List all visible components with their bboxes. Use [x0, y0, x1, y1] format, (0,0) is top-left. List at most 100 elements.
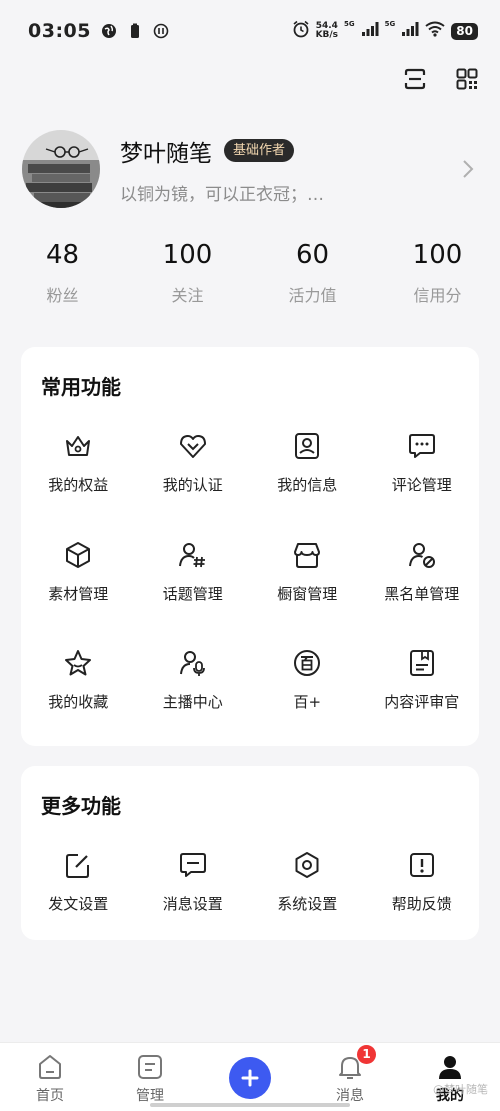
- grid-item-blacklist-management[interactable]: 黑名单管理: [365, 526, 480, 635]
- stat-value: 60: [295, 240, 330, 270]
- grid-item-bai-plus[interactable]: 百+: [250, 634, 365, 743]
- scan-icon: [404, 68, 426, 90]
- nav-item-home[interactable]: 首页: [0, 1043, 100, 1111]
- more-functions-card: 更多功能 发文设置 消息设置 系统设置 帮助反馈: [21, 766, 479, 940]
- grid-item-label: 内容评审官: [384, 693, 460, 711]
- avatar[interactable]: [22, 130, 100, 208]
- data-saver-icon: [153, 23, 169, 39]
- grid-item-label: 发文设置: [48, 895, 109, 913]
- grid-item-topic-management[interactable]: 话题管理: [136, 526, 251, 635]
- home-icon: [36, 1053, 64, 1081]
- grid-item-post-settings[interactable]: 发文设置: [21, 836, 136, 945]
- notification-badge: 1: [357, 1045, 376, 1064]
- grid-item-label: 帮助反馈: [391, 895, 452, 913]
- grid-item-showcase-management[interactable]: 橱窗管理: [250, 526, 365, 635]
- more-functions-title: 更多功能: [41, 794, 121, 818]
- grid-item-help-feedback[interactable]: 帮助反馈: [365, 836, 480, 945]
- grid-item-my-verification[interactable]: 我的认证: [136, 417, 251, 526]
- review-icon: [407, 648, 437, 678]
- battery-saver-icon: [127, 23, 143, 39]
- grid-item-content-reviewer[interactable]: 内容评审官: [365, 634, 480, 743]
- grid-item-label: 系统设置: [277, 895, 338, 913]
- watermark: @梦叶随笔: [433, 1083, 488, 1096]
- qr-code-button[interactable]: [454, 66, 480, 92]
- wifi-icon: [425, 21, 445, 41]
- grid-item-label: 消息设置: [162, 895, 223, 913]
- signal-icon: [361, 21, 379, 41]
- profile-info: 梦叶随笔 基础作者 以铜为镜，可以正衣冠；…: [120, 134, 458, 205]
- stat-label: 活力值: [288, 286, 337, 305]
- stats-row: 48 粉丝 100 关注 60 活力值 100 信用分: [0, 240, 500, 306]
- nav-label: 管理: [136, 1088, 164, 1104]
- stat-vitality[interactable]: 60 活力值: [250, 240, 375, 306]
- stat-credit[interactable]: 100 信用分: [375, 240, 500, 306]
- grid-item-my-favorites[interactable]: 我的收藏: [21, 634, 136, 743]
- scan-button[interactable]: [402, 66, 428, 92]
- stat-value: 100: [412, 240, 463, 270]
- globe-icon: [101, 23, 117, 39]
- grid-item-my-info[interactable]: 我的信息: [250, 417, 365, 526]
- grid-item-label: 我的收藏: [48, 693, 109, 711]
- profile-page: 03:05 54.4 KB/s 5G 5G 80 梦叶随笔 基础作者 以铜为镜，…: [0, 0, 500, 1111]
- message-icon: [178, 850, 208, 880]
- grid-item-material-management[interactable]: 素材管理: [21, 526, 136, 635]
- cube-icon: [63, 540, 93, 570]
- grid-item-label: 我的权益: [48, 476, 109, 494]
- grid-item-label: 话题管理: [162, 584, 223, 603]
- common-functions-title: 常用功能: [41, 375, 121, 399]
- stat-following[interactable]: 100 关注: [125, 240, 250, 306]
- grid-item-host-center[interactable]: 主播中心: [136, 634, 251, 743]
- home-indicator: [150, 1103, 350, 1107]
- grid-item-label: 百+: [293, 693, 322, 711]
- bai-plus-icon: [292, 648, 322, 678]
- bio: 以铜为镜，可以正衣冠；…: [120, 184, 324, 205]
- status-left: 03:05: [28, 20, 169, 42]
- more-functions-grid: 发文设置 消息设置 系统设置 帮助反馈: [21, 836, 479, 945]
- common-functions-card: 常用功能 我的权益 我的认证 我的信息 评论管理 素材管理 话题管理 橱窗管理 …: [21, 347, 479, 746]
- grid-item-label: 主播中心: [162, 693, 223, 711]
- post-button[interactable]: [229, 1057, 271, 1099]
- store-icon: [292, 540, 322, 570]
- username: 梦叶随笔: [120, 140, 212, 167]
- name-row: 梦叶随笔 基础作者: [120, 134, 458, 168]
- grid-item-my-rights[interactable]: 我的权益: [21, 417, 136, 526]
- grid-item-label: 素材管理: [48, 584, 109, 603]
- stat-label: 信用分: [413, 286, 462, 305]
- nav-item-me[interactable]: 我的: [400, 1043, 500, 1111]
- grid-item-label: 黑名单管理: [384, 584, 460, 603]
- stat-label: 关注: [171, 286, 204, 305]
- user-icon: [436, 1053, 464, 1081]
- status-time: 03:05: [28, 20, 91, 42]
- signal-icon-2: [401, 21, 419, 41]
- profile-card-icon: [292, 431, 322, 461]
- nav-item-post[interactable]: [200, 1043, 300, 1111]
- crown-icon: [63, 431, 93, 461]
- stat-fans[interactable]: 48 粉丝: [0, 240, 125, 306]
- battery-indicator: 80: [451, 22, 478, 40]
- host-mic-icon: [178, 648, 208, 678]
- topic-icon: [178, 540, 208, 570]
- help-icon: [407, 850, 437, 880]
- level-badge[interactable]: 基础作者: [224, 139, 295, 162]
- grid-item-message-settings[interactable]: 消息设置: [136, 836, 251, 945]
- stat-label: 粉丝: [46, 286, 79, 305]
- verified-heart-icon: [178, 431, 208, 461]
- grid-item-system-settings[interactable]: 系统设置: [250, 836, 365, 945]
- nav-item-manage[interactable]: 管理: [100, 1043, 200, 1111]
- grid-item-label: 评论管理: [391, 476, 452, 494]
- grid-item-comment-management[interactable]: 评论管理: [365, 417, 480, 526]
- nav-item-messages[interactable]: 1 消息: [300, 1043, 400, 1111]
- star-icon: [63, 648, 93, 678]
- signal-tag-2: 5G: [384, 20, 396, 28]
- bottom-nav: 首页 管理 1 消息 我的 @梦叶随笔: [0, 1042, 500, 1111]
- signal-tag-1: 5G: [344, 20, 355, 28]
- nav-label: 消息: [336, 1088, 364, 1104]
- alarm-icon: [292, 20, 310, 42]
- profile-header[interactable]: 梦叶随笔 基础作者 以铜为镜，可以正衣冠；…: [22, 128, 478, 210]
- common-functions-grid: 我的权益 我的认证 我的信息 评论管理 素材管理 话题管理 橱窗管理 黑名单管理…: [21, 417, 479, 743]
- nav-label: 首页: [36, 1088, 64, 1104]
- status-bar: 03:05 54.4 KB/s 5G 5G 80: [0, 0, 500, 62]
- grid-item-label: 我的信息: [277, 476, 338, 494]
- net-speed: 54.4 KB/s: [316, 22, 338, 40]
- chevron-right-icon[interactable]: [458, 155, 478, 183]
